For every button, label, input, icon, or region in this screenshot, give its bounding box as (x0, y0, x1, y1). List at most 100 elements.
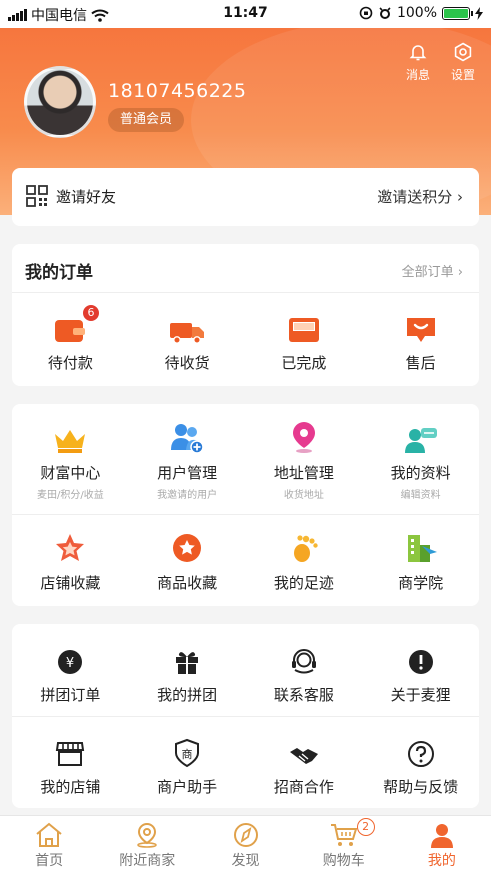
orders-row: 6 待付款 待收货 已完成 售后 (12, 304, 479, 373)
info-circle-icon (408, 650, 433, 674)
nearby-pin-icon (137, 822, 158, 848)
tool-sublabel: 麦田/积分/收益 (37, 490, 104, 501)
member-level-badge: 普通会员 (108, 108, 185, 132)
building-icon (407, 535, 437, 562)
tool-sublabel: 收货地址 (283, 490, 324, 501)
svg-text:商: 商 (182, 747, 193, 761)
status-right: 100% (359, 5, 483, 21)
settings-button[interactable]: 设置 (445, 42, 481, 83)
tab-discover[interactable]: 发现 (196, 816, 294, 877)
charging-icon (475, 6, 483, 20)
tab-label: 附近商家 (119, 853, 176, 869)
service-label: 拼团订单 (40, 686, 101, 704)
services-row-1: ¥ 拼团订单 我的拼团 联系客服 关于麦狸 (12, 642, 479, 705)
my-orders-card: 我的订单 全部订单 › 6 待付款 待收货 已完成 售后 (12, 244, 479, 386)
tab-nearby[interactable]: 附近商家 (98, 816, 196, 877)
order-label: 待付款 (47, 354, 93, 372)
footprint-icon (293, 535, 318, 562)
tools-card: 财富中心 麦田/积分/收益 用户管理 我邀请的用户 地址管理 收货地址 我的资料… (12, 404, 479, 606)
order-pending-payment[interactable]: 6 待付款 (12, 304, 129, 373)
my-store[interactable]: 我的店铺 (12, 734, 129, 797)
address-management[interactable]: 地址管理 收货地址 (246, 420, 363, 501)
order-label: 售后 (405, 354, 436, 372)
help-circle-icon (407, 741, 434, 767)
tool-label: 财富中心 (40, 464, 101, 482)
services-row-2: 我的店铺 商 商户助手 招商合作 帮助与反馈 (12, 734, 479, 797)
tool-label: 我的足迹 (273, 574, 334, 592)
investment-cooperation[interactable]: 招商合作 (246, 734, 363, 797)
tool-label: 店铺收藏 (40, 574, 101, 592)
group-buy-orders[interactable]: ¥ 拼团订单 (12, 642, 129, 705)
home-icon (36, 822, 62, 847)
cart-icon (330, 824, 358, 846)
avatar[interactable] (24, 66, 96, 138)
about-maili[interactable]: 关于麦狸 (362, 642, 479, 705)
yen-circle-icon: ¥ (58, 650, 83, 674)
gift-icon (176, 652, 199, 674)
service-label: 我的店铺 (40, 778, 101, 796)
service-label: 联系客服 (273, 686, 334, 704)
handshake-icon (289, 748, 318, 764)
product-favorites[interactable]: 商品收藏 (129, 530, 246, 593)
tool-label: 地址管理 (273, 464, 334, 482)
bottom-tab-bar: 首页 附近商家 发现 2 购物车 我的 (0, 815, 491, 877)
tab-cart[interactable]: 2 购物车 (295, 816, 393, 877)
merchant-assistant[interactable]: 商 商户助手 (129, 734, 246, 797)
service-label: 商户助手 (157, 778, 218, 796)
qr-code-icon (26, 185, 48, 207)
user-management[interactable]: 用户管理 我邀请的用户 (129, 420, 246, 501)
service-label: 帮助与反馈 (383, 778, 459, 796)
status-bar: 中国电信 11:47 100% (0, 0, 491, 28)
order-label: 待收货 (164, 354, 210, 372)
alarm-icon (379, 7, 391, 19)
my-group-buys[interactable]: 我的拼团 (129, 642, 246, 705)
user-phone: 18107456225 (108, 80, 247, 102)
gear-icon (454, 42, 472, 62)
tab-label: 购物车 (322, 853, 365, 869)
cart-badge: 2 (356, 818, 375, 836)
person-icon (430, 824, 453, 848)
help-feedback[interactable]: 帮助与反馈 (362, 734, 479, 797)
service-bag-icon (406, 318, 435, 342)
tab-label: 我的 (427, 853, 456, 869)
svg-text:¥: ¥ (66, 656, 74, 671)
tool-label: 我的资料 (390, 464, 451, 482)
order-after-sales[interactable]: 售后 (362, 310, 479, 373)
messages-label: 消息 (405, 68, 430, 82)
compass-icon (233, 823, 258, 847)
tab-home[interactable]: 首页 (0, 816, 98, 877)
my-profile[interactable]: 我的资料 编辑资料 (362, 420, 479, 501)
orders-title: 我的订单 (25, 263, 93, 283)
tab-mine[interactable]: 我的 (393, 816, 491, 877)
tool-sublabel: 我邀请的用户 (157, 490, 218, 501)
my-footprints[interactable]: 我的足迹 (246, 530, 363, 593)
star-badge-icon (56, 534, 85, 561)
wallet-icon (55, 320, 86, 342)
business-school[interactable]: 商学院 (362, 530, 479, 593)
order-completed[interactable]: 已完成 (246, 310, 363, 373)
invite-friends-card[interactable]: 邀请好友 邀请送积分 › (12, 168, 479, 226)
order-label: 已完成 (281, 354, 327, 372)
headset-icon (291, 649, 316, 674)
divider (12, 292, 479, 293)
service-label: 我的拼团 (157, 686, 218, 704)
tools-row-2: 店铺收藏 商品收藏 我的足迹 商学院 (12, 530, 479, 593)
invite-reward-link[interactable]: 邀请送积分 › (377, 186, 463, 207)
battery-percent: 100% (396, 5, 437, 21)
tab-label: 首页 (35, 853, 64, 869)
divider (12, 514, 479, 515)
rotation-lock-icon (359, 6, 373, 20)
box-icon (288, 318, 319, 342)
shop-favorites[interactable]: 店铺收藏 (12, 530, 129, 593)
order-pending-receipt[interactable]: 待收货 (129, 310, 246, 373)
tool-label: 用户管理 (157, 464, 218, 482)
wealth-center[interactable]: 财富中心 麦田/积分/收益 (12, 420, 129, 501)
invite-label: 邀请好友 (56, 188, 117, 206)
messages-button[interactable]: 消息 (400, 42, 436, 83)
settings-label: 设置 (450, 68, 475, 82)
truck-icon (170, 323, 205, 344)
star-circle-icon (173, 534, 202, 562)
divider (12, 716, 479, 717)
contact-support[interactable]: 联系客服 (246, 642, 363, 705)
all-orders-link[interactable]: 全部订单 › (402, 261, 463, 280)
